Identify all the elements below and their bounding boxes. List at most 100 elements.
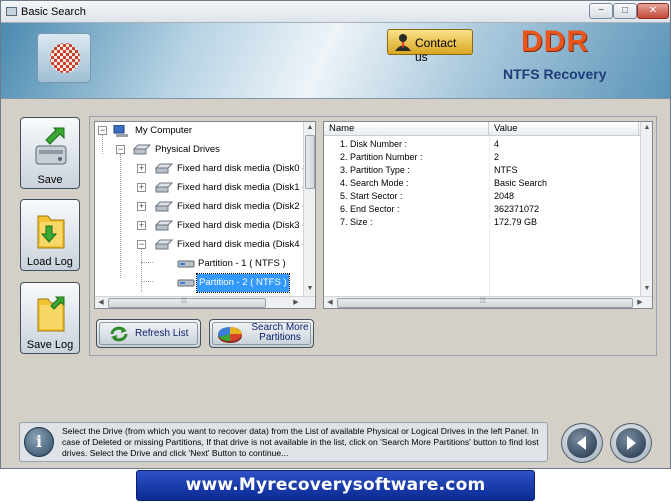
table-row[interactable]: 3. Partition Type : NTFS — [324, 164, 639, 177]
expand-toggle[interactable]: + — [137, 221, 146, 230]
scroll-left-arrow-icon[interactable]: ◀ — [95, 297, 107, 309]
search-more-partitions-button[interactable]: Search More Partitions — [209, 319, 314, 348]
website-url: www.Myrecoverysoftware.com — [185, 475, 486, 495]
scroll-up-arrow-icon[interactable]: ▲ — [641, 122, 653, 134]
grid-horizontal-scrollbar[interactable]: ◀ ⁞⁞⁞ ▶ — [324, 296, 652, 308]
arrow-right-icon — [627, 436, 636, 450]
tree-node-my-computer[interactable]: − My Computer — [95, 122, 303, 140]
pie-chart-icon — [218, 327, 242, 343]
scroll-grip-icon: ⁞⁞⁞ — [181, 298, 187, 305]
search-more-partitions-label: Search More Partitions — [247, 323, 313, 343]
tree-node-disk-expanded[interactable]: − Fixed hard disk media (Disk4 - 465 — [95, 236, 303, 254]
load-folder-icon — [37, 215, 65, 249]
load-log-label: Load Log — [27, 256, 73, 268]
tree-node-disk[interactable]: + Fixed hard disk media (Disk1 - 931 — [95, 179, 303, 197]
contact-us-label: Contact us — [415, 36, 457, 64]
cell-name: 5. Start Sector : — [340, 191, 403, 201]
cell-value: Basic Search — [494, 178, 548, 188]
cell-name: 3. Partition Type : — [340, 165, 410, 175]
save-log-button[interactable]: Save Log — [20, 282, 80, 354]
column-header-name[interactable]: Name — [324, 122, 489, 136]
hard-disk-icon — [155, 163, 173, 174]
instruction-bar: i Select the Drive (from which you want … — [19, 422, 548, 462]
expand-toggle[interactable]: + — [137, 183, 146, 192]
cell-name: 2. Partition Number : — [340, 152, 423, 162]
scroll-left-arrow-icon[interactable]: ◀ — [324, 297, 336, 309]
partition-drive-icon — [177, 279, 195, 287]
table-row[interactable]: 7. Size : 172.79 GB — [324, 216, 639, 229]
properties-grid[interactable]: Name Value 1. Disk Number : 4 2. Partiti… — [323, 121, 653, 309]
cell-value: 172.79 GB — [494, 217, 538, 227]
save-folder-icon — [37, 296, 65, 332]
save-drive-icon — [35, 127, 67, 165]
refresh-list-label: Refresh List — [135, 328, 189, 339]
refresh-list-button[interactable]: Refresh List — [96, 319, 201, 348]
scroll-down-arrow-icon[interactable]: ▼ — [641, 283, 653, 295]
title-bar[interactable]: Basic Search − □ ✕ — [1, 1, 670, 23]
table-row[interactable]: 6. End Sector : 362371072 — [324, 203, 639, 216]
tree-node-disk[interactable]: + Fixed hard disk media (Disk3 - 931 — [95, 217, 303, 235]
window-title: Basic Search — [21, 6, 86, 18]
collapse-toggle[interactable]: − — [137, 240, 146, 249]
tree-node-label: Fixed hard disk media (Disk2 - 2.7 — [177, 201, 303, 212]
contact-us-button[interactable]: Contact us — [387, 29, 473, 64]
tree-node-partition[interactable]: Partition - 1 ( NTFS ) — [95, 255, 303, 273]
tree-node-label: My Computer — [135, 125, 193, 136]
tree-node-partition-selected[interactable]: Partition - 2 ( NTFS ) — [95, 273, 303, 293]
scroll-down-arrow-icon[interactable]: ▼ — [304, 283, 316, 295]
scroll-up-arrow-icon[interactable]: ▲ — [304, 122, 316, 134]
info-icon: i — [24, 427, 54, 457]
scroll-right-arrow-icon[interactable]: ▶ — [634, 297, 646, 309]
close-button[interactable]: ✕ — [637, 3, 669, 19]
cell-value: 2 — [494, 152, 500, 162]
partition-drive-icon — [177, 260, 195, 268]
maximize-button[interactable]: □ — [613, 3, 637, 19]
tree-node-label: Fixed hard disk media (Disk3 - 931 — [177, 220, 303, 231]
collapse-toggle[interactable]: − — [98, 126, 107, 135]
scroll-thumb[interactable] — [108, 298, 266, 308]
drive-tree[interactable]: − My Computer − Physical Drives + Fixed … — [94, 121, 316, 309]
scroll-right-arrow-icon[interactable]: ▶ — [290, 297, 302, 309]
person-icon — [395, 34, 411, 51]
table-row[interactable]: 4. Search Mode : Basic Search — [324, 177, 639, 190]
drive-tree-viewport: − My Computer − Physical Drives + Fixed … — [95, 122, 303, 296]
tree-node-disk[interactable]: + Fixed hard disk media (Disk2 - 2.7 — [95, 198, 303, 216]
cell-value: 362371072 — [494, 204, 540, 214]
cell-value: 4 — [494, 139, 500, 149]
cell-name: 1. Disk Number : — [340, 139, 408, 149]
collapse-toggle[interactable]: − — [116, 145, 125, 154]
table-row[interactable]: 5. Start Sector : 2048 — [324, 190, 639, 203]
app-icon — [6, 7, 17, 16]
tree-node-label: Partition - 1 ( NTFS ) — [198, 258, 286, 269]
tree-node-physical-drives[interactable]: − Physical Drives — [95, 141, 303, 159]
search-more-line-2: Partitions — [259, 332, 301, 343]
minimize-button[interactable]: − — [589, 3, 613, 19]
website-banner[interactable]: www.Myrecoverysoftware.com — [136, 470, 535, 501]
back-button-core — [567, 428, 597, 458]
table-row[interactable]: 1. Disk Number : 4 — [324, 138, 639, 151]
load-log-button[interactable]: Load Log — [20, 199, 80, 271]
tree-node-label: Partition - 2 ( NTFS ) — [196, 273, 290, 293]
expand-toggle[interactable]: + — [137, 202, 146, 211]
cell-name: 4. Search Mode : — [340, 178, 409, 188]
tree-node-disk[interactable]: + Fixed hard disk media (Disk0 - 1.8 — [95, 160, 303, 178]
arrow-left-icon — [577, 436, 586, 450]
grid-vertical-scrollbar[interactable]: ▲ ▼ — [640, 122, 652, 296]
tree-vertical-scrollbar[interactable]: ▲ ▼ — [303, 122, 315, 296]
tree-node-label: Fixed hard disk media (Disk0 - 1.8 — [177, 163, 303, 174]
table-row[interactable]: 2. Partition Number : 2 — [324, 151, 639, 164]
column-header-value[interactable]: Value — [489, 122, 639, 136]
save-button[interactable]: Save — [20, 117, 80, 189]
header-banner: Contact us DDR NTFS Recovery — [1, 23, 670, 99]
tree-node-label: Physical Drives — [155, 144, 220, 155]
hard-disk-icon — [155, 201, 173, 212]
back-button[interactable] — [561, 423, 603, 463]
checkered-logo-icon — [50, 43, 80, 73]
cell-name: 6. End Sector : — [340, 204, 400, 214]
next-button[interactable] — [610, 423, 652, 463]
save-log-label: Save Log — [26, 339, 74, 351]
cell-name: 7. Size : — [340, 217, 373, 227]
tree-horizontal-scrollbar[interactable]: ◀ ⁞⁞⁞ ▶ — [95, 296, 315, 308]
expand-toggle[interactable]: + — [137, 164, 146, 173]
scroll-thumb[interactable] — [305, 135, 315, 189]
